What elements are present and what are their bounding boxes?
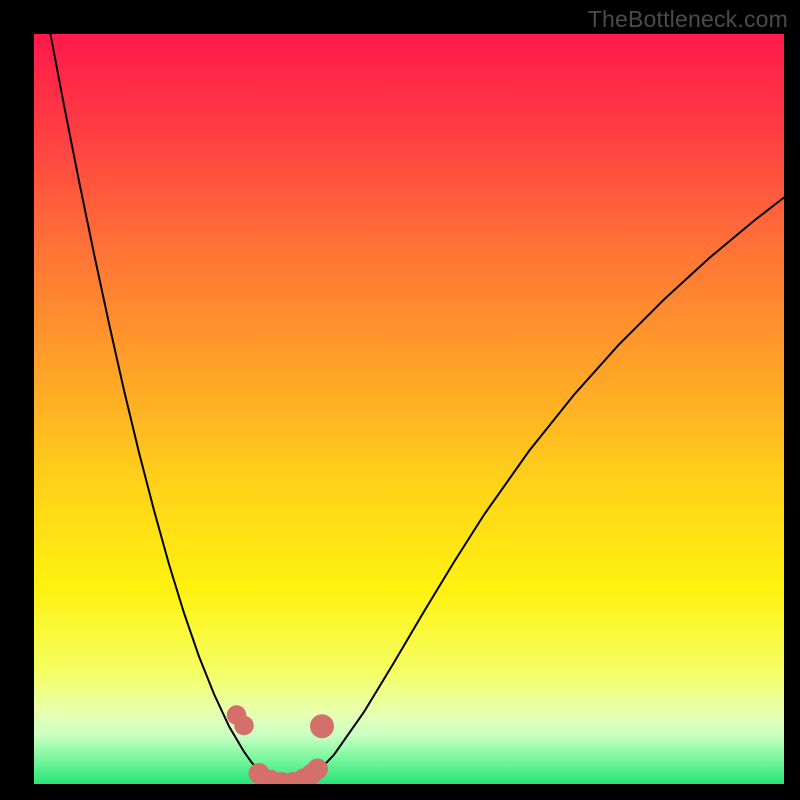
chart-marker: [234, 716, 254, 736]
chart-frame: TheBottleneck.com: [0, 0, 800, 800]
chart-background-gradient: [34, 34, 784, 784]
chart-plot-area: [34, 34, 784, 784]
watermark-text: TheBottleneck.com: [588, 6, 788, 33]
chart-marker: [310, 714, 334, 738]
chart-svg: [34, 34, 784, 784]
chart-marker: [307, 759, 328, 780]
